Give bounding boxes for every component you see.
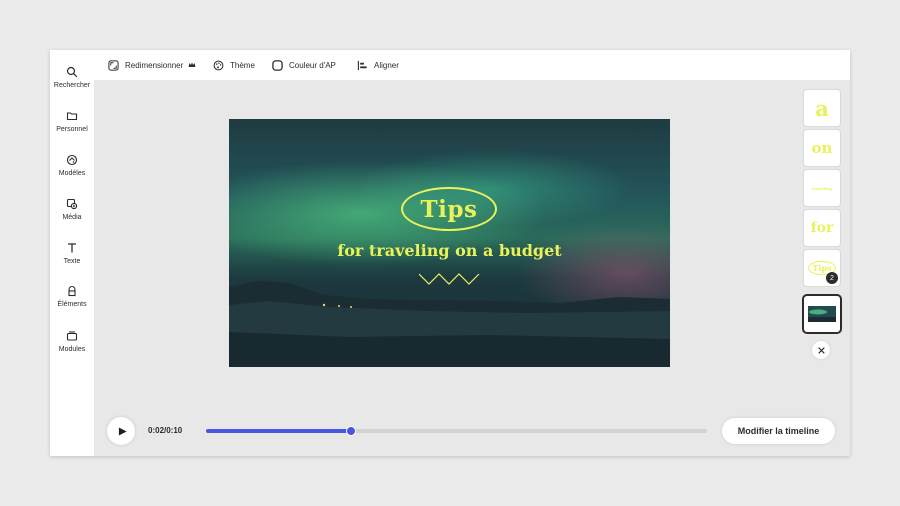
sidebar-item-elements[interactable]: Éléments — [50, 277, 94, 315]
align-left-icon — [357, 60, 367, 70]
layer-text: a — [815, 95, 829, 121]
close-icon — [817, 346, 825, 354]
premium-crown-icon — [188, 62, 196, 67]
layer-item[interactable]: traveling — [804, 170, 840, 206]
timeline-progress-fill — [206, 429, 352, 433]
zigzag-decoration[interactable] — [419, 273, 480, 285]
sidebar-item-label: Texte — [63, 258, 81, 265]
search-icon — [66, 66, 78, 78]
left-sidebar: Rechercher Personnel Modèles Média Texte… — [50, 50, 94, 456]
text-icon — [68, 243, 76, 253]
sidebar-item-label: Personnel — [56, 126, 88, 133]
layer-item-background-image[interactable] — [804, 296, 840, 332]
brand-color-label: Couleur d'AP — [289, 60, 336, 70]
canvas-title[interactable]: Tips — [421, 196, 478, 223]
title-frame[interactable]: Tips — [401, 187, 497, 231]
background-thumbnail — [808, 306, 836, 322]
top-toolbar: Redimensionner Thème Couleur d'AP Aligne… — [94, 50, 850, 80]
canvas-subtitle[interactable]: for traveling on a budget — [229, 241, 670, 260]
sidebar-item-search[interactable]: Rechercher — [50, 58, 94, 96]
layer-text: traveling — [811, 185, 833, 191]
align-label: Aligner — [374, 60, 399, 70]
sidebar-item-text[interactable]: Texte — [50, 234, 94, 272]
layer-item[interactable]: a — [804, 90, 840, 126]
play-icon — [118, 426, 127, 436]
sidebar-item-label: Rechercher — [53, 82, 91, 89]
theme-label: Thème — [230, 60, 255, 70]
sidebar-item-label: Modules — [58, 346, 86, 353]
shapes-icon — [68, 285, 76, 297]
layer-item[interactable]: Tips 2 — [804, 250, 840, 286]
layer-text: for — [810, 220, 834, 236]
sidebar-item-templates[interactable]: Modèles — [50, 146, 94, 184]
theme-button[interactable]: Thème — [213, 50, 255, 80]
timeline-playhead[interactable] — [346, 426, 357, 436]
modules-icon — [66, 331, 78, 341]
palette-icon — [213, 60, 224, 70]
resize-icon — [108, 59, 119, 71]
layer-item[interactable]: for — [804, 210, 840, 246]
timeline-scrubber[interactable] — [206, 426, 707, 436]
background-landscape — [229, 281, 670, 367]
design-canvas[interactable]: Tips for traveling on a budget — [229, 119, 670, 367]
play-button[interactable] — [107, 417, 135, 445]
sidebar-item-label: Modèles — [58, 170, 86, 177]
brand-color-button[interactable]: Couleur d'AP — [272, 50, 336, 80]
folder-icon — [66, 112, 78, 121]
playback-time: 0:02/0:10 — [148, 426, 183, 435]
sidebar-item-media[interactable]: Média — [50, 190, 94, 228]
group-count-badge: 2 — [826, 272, 838, 284]
layer-text: on — [811, 139, 833, 157]
sidebar-item-label: Éléments — [57, 301, 87, 308]
close-layers-button[interactable] — [812, 341, 830, 359]
editor-window: Rechercher Personnel Modèles Média Texte… — [50, 50, 850, 456]
resize-button[interactable]: Redimensionner — [108, 50, 196, 80]
color-swatch-icon — [272, 59, 283, 71]
align-button[interactable]: Aligner — [357, 50, 399, 80]
layer-item[interactable]: on — [804, 130, 840, 166]
media-icon — [66, 198, 78, 210]
sidebar-item-modules[interactable]: Modules — [50, 322, 94, 360]
edit-timeline-button[interactable]: Modifier la timeline — [722, 418, 835, 444]
sidebar-item-label: Média — [62, 214, 82, 221]
templates-icon — [66, 154, 78, 166]
sidebar-item-personal[interactable]: Personnel — [50, 102, 94, 140]
resize-label: Redimensionner — [125, 60, 184, 70]
